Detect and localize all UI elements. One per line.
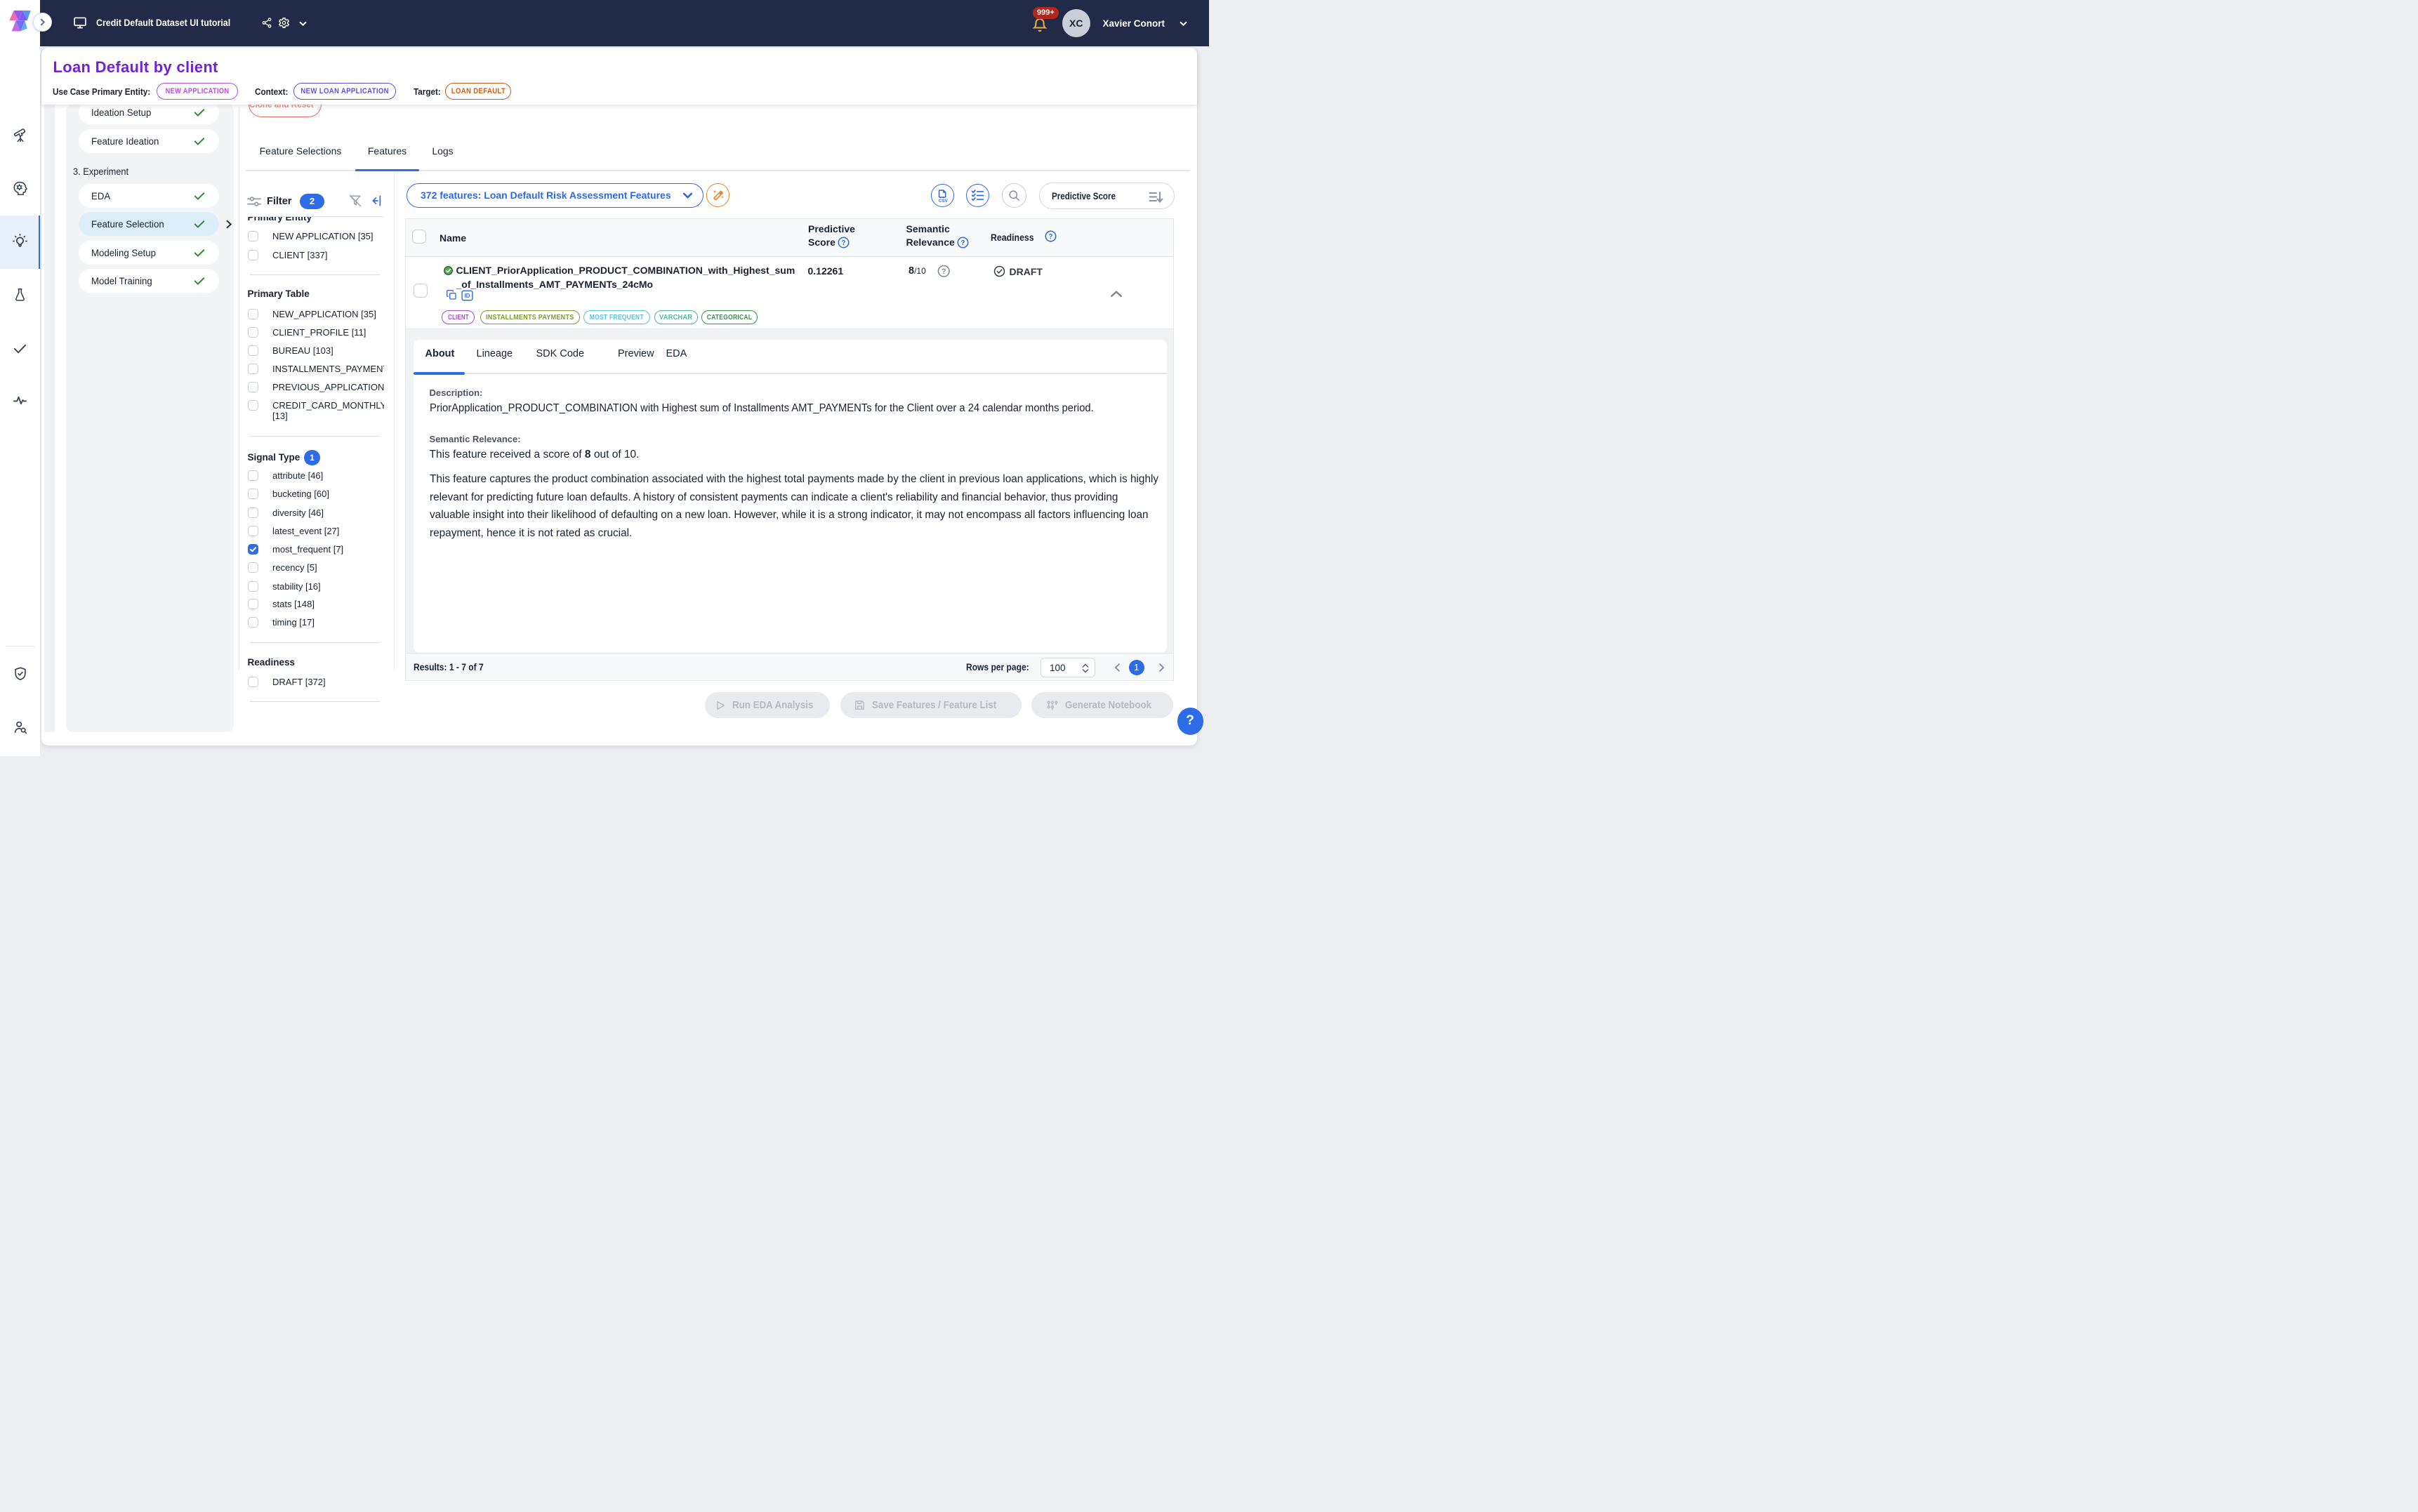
svg-text:?: ? — [842, 239, 846, 246]
svg-text:CSV: CSV — [938, 198, 948, 202]
svg-text:ID: ID — [464, 293, 470, 299]
svg-text:?: ? — [960, 239, 965, 246]
svg-text:?: ? — [942, 267, 946, 276]
svg-text:?: ? — [1048, 233, 1052, 241]
